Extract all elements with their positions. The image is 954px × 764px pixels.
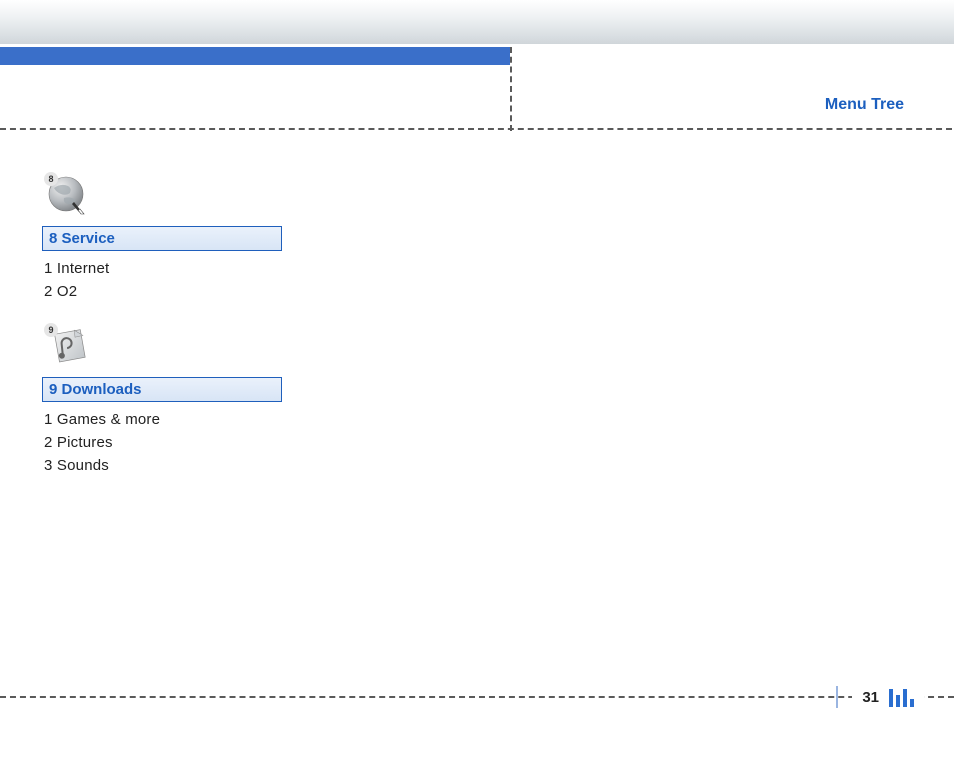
globe-icon: 8 xyxy=(46,174,92,218)
menu-item: 3 Sounds xyxy=(42,454,302,477)
breadcrumb-title: Menu Tree xyxy=(825,96,904,114)
menu-item: 2 O2 xyxy=(42,280,302,303)
footer-right-group: 31 xyxy=(852,682,924,712)
center-dashed-divider xyxy=(510,47,512,131)
top-gradient-band xyxy=(0,0,954,44)
decor-bars-icon xyxy=(889,687,914,707)
menu-content: 8 8 Service 1 Internet 2 O2 9 xyxy=(42,170,302,477)
menu-item: 1 Games & more xyxy=(42,408,302,431)
section-badge: 8 xyxy=(44,172,58,186)
section-header-downloads: 9 Downloads xyxy=(42,377,282,402)
page-number: 31 xyxy=(862,689,879,706)
blue-header-bar xyxy=(0,47,510,65)
menu-item: 2 Pictures xyxy=(42,431,302,454)
section-header-service: 8 Service xyxy=(42,226,282,251)
footer-divider xyxy=(836,686,838,708)
top-dashed-line xyxy=(0,128,952,130)
download-note-icon: 9 xyxy=(46,325,92,369)
page-footer: 31 xyxy=(0,682,954,712)
section-badge: 9 xyxy=(44,323,58,337)
menu-item: 1 Internet xyxy=(42,257,302,280)
bottom-dashed-line xyxy=(0,696,954,698)
